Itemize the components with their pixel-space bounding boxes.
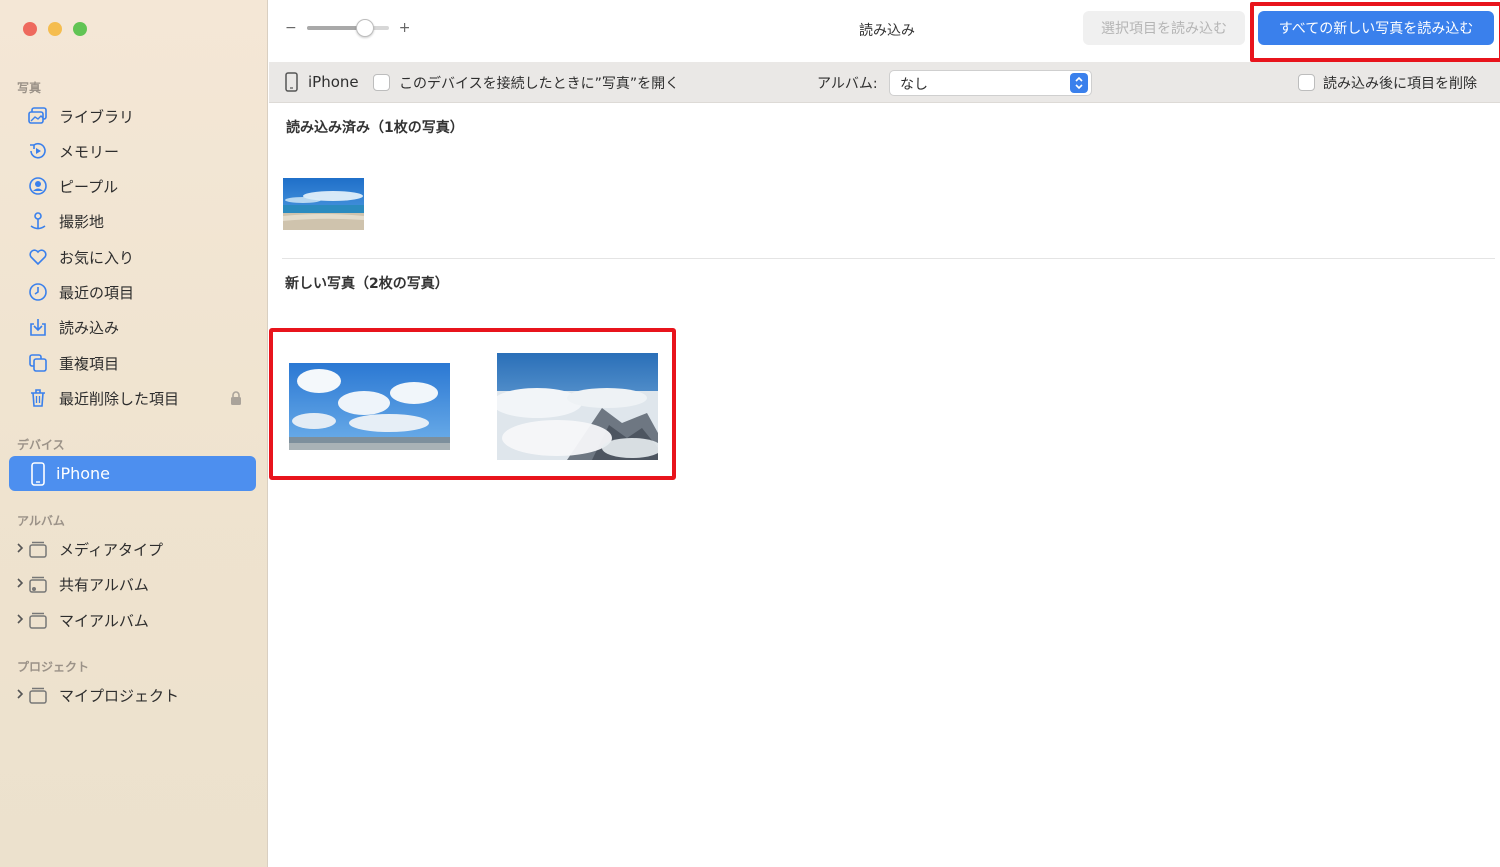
close-window-button[interactable] — [23, 22, 37, 36]
sidebar-item-favorites[interactable]: お気に入り — [28, 242, 258, 272]
device-bar: iPhone このデバイスを接続したときに”写真”を開く アルバム: なし 読み… — [269, 62, 1500, 103]
chevron-right-icon[interactable] — [16, 688, 24, 700]
sidebar-item-recently-deleted[interactable]: 最近削除した項目 — [28, 383, 258, 413]
sidebar-item-memories[interactable]: メモリー — [28, 136, 258, 166]
delete-after-import-checkbox[interactable] — [1298, 74, 1315, 91]
sidebar-item-label: ライブラリ — [59, 107, 135, 126]
zoom-in-button[interactable]: + — [399, 20, 411, 36]
album-select-value: なし — [900, 77, 928, 93]
lock-icon — [230, 391, 242, 405]
folder-icon — [28, 610, 48, 630]
toolbar: − + 読み込み 選択項目を読み込む すべての新しい写真を読み込む — [269, 0, 1500, 62]
section-divider — [282, 258, 1495, 259]
import-selected-button[interactable]: 選択項目を読み込む — [1083, 11, 1245, 45]
sidebar-item-places[interactable]: 撮影地 — [28, 206, 258, 236]
device-name: iPhone — [308, 73, 359, 91]
iphone-icon — [285, 72, 298, 96]
sidebar-item-label: 共有アルバム — [59, 575, 149, 594]
sidebar-item-label: マイプロジェクト — [59, 686, 180, 705]
sidebar-item-people[interactable]: ピープル — [28, 171, 258, 201]
zoom-window-button[interactable] — [73, 22, 87, 36]
folder-icon — [28, 539, 48, 559]
minimize-window-button[interactable] — [48, 22, 62, 36]
sidebar-item-imports[interactable]: 読み込み — [28, 312, 258, 342]
zoom-out-button[interactable]: − — [285, 20, 297, 36]
import-all-new-button[interactable]: すべての新しい写真を読み込む — [1258, 11, 1494, 45]
iphone-icon — [31, 461, 45, 486]
album-label: アルバム: — [817, 76, 878, 92]
sidebar: 写真 ライブラリ メモリー ピープル 撮影地 お気に入り 最近の項目 読み込み … — [0, 0, 268, 867]
photo-thumbnail-beach[interactable] — [283, 178, 364, 230]
clock-icon — [28, 282, 48, 302]
folder-icon — [28, 685, 48, 705]
imported-section-title: 読み込み済み（1枚の写真） — [286, 120, 464, 136]
sidebar-item-label: 撮影地 — [59, 212, 105, 231]
delete-after-import-label: 読み込み後に項目を削除 — [1323, 76, 1477, 92]
sidebar-item-label: マイアルバム — [59, 611, 149, 630]
window-controls — [23, 22, 87, 36]
sidebar-item-duplicates[interactable]: 重複項目 — [28, 348, 258, 378]
sidebar-item-label: 重複項目 — [59, 354, 120, 373]
sidebar-item-library[interactable]: ライブラリ — [28, 101, 258, 131]
sidebar-item-media-types[interactable]: メディアタイプ — [17, 534, 258, 564]
sidebar-item-label: ピープル — [59, 177, 119, 196]
chevron-right-icon[interactable] — [16, 613, 24, 625]
import-icon — [28, 317, 48, 337]
heart-icon — [28, 247, 48, 267]
open-photos-checkbox[interactable] — [373, 74, 390, 91]
sidebar-item-my-albums[interactable]: マイアルバム — [17, 605, 258, 635]
section-label-devices: デバイス — [17, 438, 65, 452]
sidebar-item-label: メディアタイプ — [59, 540, 163, 559]
sidebar-item-label: 最近削除した項目 — [59, 389, 180, 408]
open-photos-label: このデバイスを接続したときに”写真”を開く — [399, 76, 680, 92]
chevron-right-icon[interactable] — [16, 577, 24, 589]
sidebar-item-shared-albums[interactable]: 共有アルバム — [17, 569, 258, 599]
new-photos-section-title: 新しい写真（2枚の写真） — [285, 276, 449, 292]
window-title: 読み込み — [859, 23, 915, 39]
sidebar-item-recents[interactable]: 最近の項目 — [28, 277, 258, 307]
sidebar-item-label: お気に入り — [59, 248, 135, 267]
section-label-projects: プロジェクト — [17, 660, 90, 674]
memories-icon — [28, 141, 48, 161]
photo-thumbnail-sky[interactable] — [289, 363, 450, 450]
chevron-right-icon[interactable] — [16, 542, 24, 554]
duplicates-icon — [28, 353, 48, 373]
zoom-slider-knob[interactable] — [356, 19, 375, 37]
people-icon — [28, 176, 48, 196]
section-label-photos: 写真 — [17, 81, 42, 95]
sidebar-item-my-projects[interactable]: マイプロジェクト — [17, 680, 258, 710]
sidebar-item-label: メモリー — [59, 142, 120, 161]
places-icon — [28, 211, 48, 231]
album-select[interactable]: なし — [889, 70, 1092, 96]
sidebar-item-label: 読み込み — [59, 318, 120, 337]
zoom-slider[interactable] — [306, 19, 389, 37]
trash-icon — [28, 388, 48, 408]
sidebar-item-iphone[interactable]: iPhone — [9, 456, 256, 491]
zoom-control: − + — [285, 19, 411, 37]
up-down-chevron-icon — [1070, 73, 1088, 93]
sidebar-item-label: iPhone — [56, 464, 111, 483]
photo-thumbnail-mountain[interactable] — [497, 353, 658, 460]
sidebar-item-label: 最近の項目 — [59, 283, 135, 302]
section-label-albums: アルバム — [17, 514, 65, 528]
shared-folder-icon — [28, 574, 48, 594]
library-icon — [28, 106, 48, 126]
